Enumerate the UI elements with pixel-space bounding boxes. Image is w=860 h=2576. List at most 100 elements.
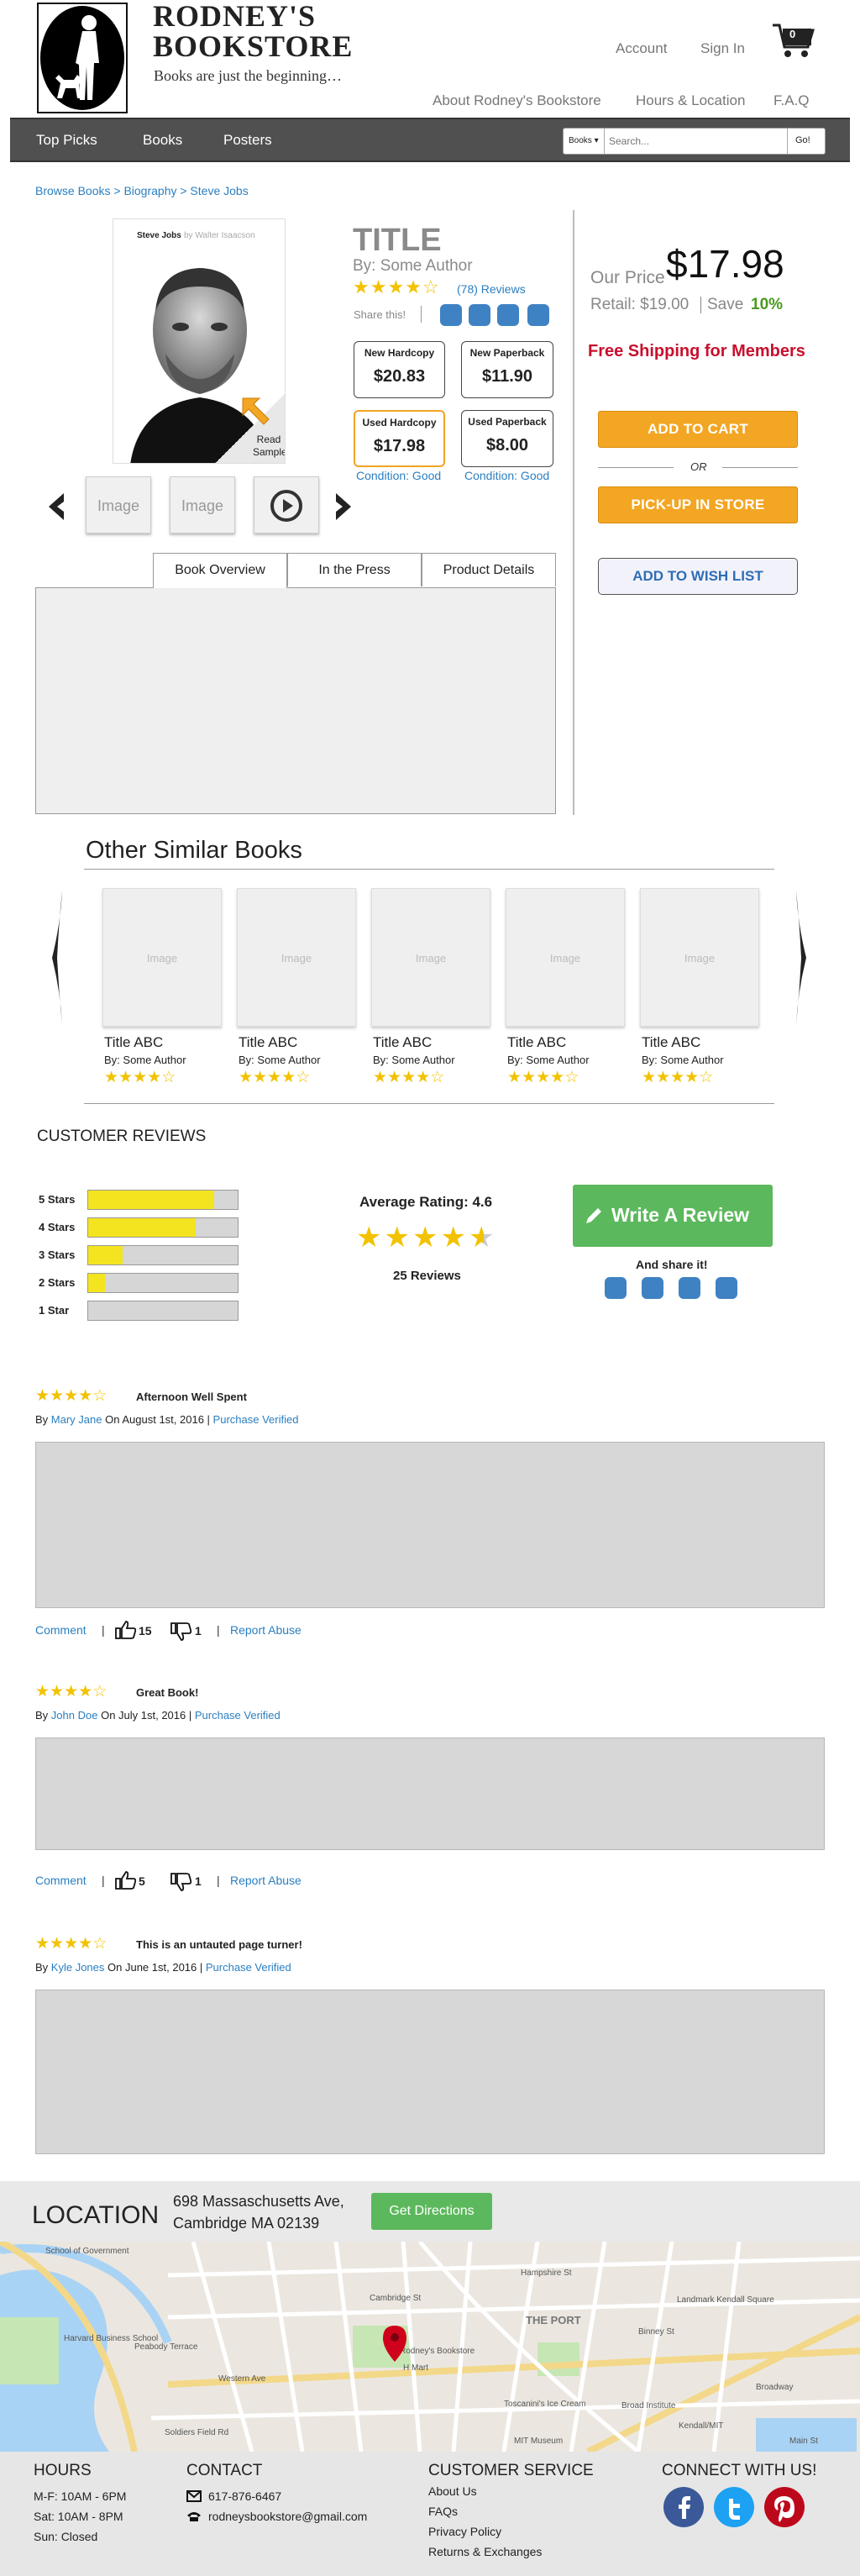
- rating-row-bar[interactable]: [87, 1245, 239, 1265]
- thumbs-down-button[interactable]: [170, 1872, 193, 1896]
- review-comment-link[interactable]: Comment: [35, 1874, 87, 1887]
- contact-email[interactable]: rodneysbookstore@gmail.com: [208, 2510, 367, 2523]
- star-filled-icon: ★: [412, 1222, 441, 1254]
- similar-book-title[interactable]: Title ABC: [373, 1034, 432, 1051]
- pickup-in-store-button[interactable]: PICK-UP IN STORE: [598, 486, 798, 523]
- rating-row-bar[interactable]: [87, 1217, 239, 1238]
- similar-book-image[interactable]: Image: [237, 888, 356, 1027]
- thumbs-down-button[interactable]: [170, 1622, 193, 1646]
- format-new-paperback[interactable]: New Paperback $11.90: [461, 341, 553, 398]
- review-author-link[interactable]: Mary Jane: [51, 1413, 102, 1426]
- facebook-link[interactable]: [663, 2487, 704, 2527]
- save-label: Save: [707, 296, 744, 313]
- similar-book-image[interactable]: Image: [640, 888, 759, 1027]
- map-label: H Mart: [403, 2363, 428, 2373]
- book-cover[interactable]: Steve Jobs by Walter Isaacson Read Sampl…: [113, 218, 286, 464]
- share-email-button[interactable]: [527, 304, 549, 326]
- about-link[interactable]: About Rodney's Bookstore: [433, 92, 601, 109]
- prev-image-arrow[interactable]: [45, 492, 67, 526]
- contact-phone[interactable]: 617-876-6467: [208, 2489, 281, 2503]
- footer-link-faqs[interactable]: FAQs: [428, 2505, 458, 2518]
- format-used-paperback[interactable]: Used Paperback $8.00: [461, 410, 553, 467]
- review-comment-link[interactable]: Comment: [35, 1623, 87, 1637]
- review-author-link[interactable]: Kyle Jones: [51, 1961, 105, 1974]
- share-twitter-button[interactable]: [469, 304, 490, 326]
- similar-book-image[interactable]: Image: [506, 888, 625, 1027]
- similar-next-arrow[interactable]: [794, 891, 808, 1029]
- chevron-right-icon: [796, 891, 806, 1025]
- logo[interactable]: [37, 3, 128, 113]
- add-to-cart-button[interactable]: ADD TO CART: [598, 411, 798, 448]
- similar-book-title[interactable]: Title ABC: [642, 1034, 700, 1051]
- similar-book-image[interactable]: Image: [371, 888, 490, 1027]
- account-link[interactable]: Account: [616, 40, 667, 57]
- thumbnail-1[interactable]: Image: [86, 476, 151, 534]
- cart-button[interactable]: 0: [771, 22, 815, 59]
- thumbnail-2[interactable]: Image: [170, 476, 235, 534]
- share-facebook-button[interactable]: [440, 304, 462, 326]
- tab-product-details[interactable]: Product Details: [422, 553, 556, 586]
- nav-books[interactable]: Books: [143, 132, 182, 149]
- nav-top-picks[interactable]: Top Picks: [36, 132, 97, 149]
- total-review-count: 25 Reviews: [393, 1269, 461, 1283]
- star-filled-icon: ★: [35, 1387, 50, 1405]
- format-price: $17.98: [373, 437, 426, 455]
- footer-link-privacy[interactable]: Privacy Policy: [428, 2525, 501, 2538]
- next-image-arrow[interactable]: [333, 492, 354, 526]
- share-review-email[interactable]: [716, 1277, 737, 1299]
- star-empty-icon: ☆: [161, 1069, 176, 1086]
- share-review-pinterest[interactable]: [679, 1277, 700, 1299]
- similar-book-author: By: Some Author: [239, 1054, 321, 1066]
- our-price-label: Our Price: [590, 268, 665, 287]
- nav-posters[interactable]: Posters: [223, 132, 272, 149]
- rating-row-bar[interactable]: [87, 1190, 239, 1210]
- star-filled-icon: ★: [522, 1069, 537, 1086]
- rating-row-bar[interactable]: [87, 1273, 239, 1293]
- write-review-button[interactable]: Write A Review: [573, 1185, 773, 1247]
- read-sample-corner[interactable]: Read Sample: [214, 392, 285, 463]
- similar-book-title[interactable]: Title ABC: [104, 1034, 163, 1051]
- search-go-button[interactable]: Go!: [795, 135, 810, 145]
- similar-book-rating: ★★★★☆: [507, 1068, 579, 1087]
- star-filled-icon: ★: [35, 1935, 50, 1953]
- search-category-select[interactable]: Books ▾: [569, 136, 599, 145]
- condition-used-hardcopy: Condition: Good: [356, 469, 442, 482]
- get-directions-button[interactable]: Get Directions: [371, 2193, 492, 2230]
- share-review-twitter[interactable]: [642, 1277, 663, 1299]
- footer-link-about-us[interactable]: About Us: [428, 2484, 477, 2498]
- similar-book-image[interactable]: Image: [102, 888, 222, 1027]
- rating-row-bar[interactable]: [87, 1301, 239, 1321]
- review-stars: ★★★★☆: [35, 1386, 107, 1406]
- faq-link[interactable]: F.A.Q: [773, 92, 810, 109]
- similar-book-title[interactable]: Title ABC: [239, 1034, 297, 1051]
- hours-location-link[interactable]: Hours & Location: [636, 92, 745, 109]
- format-new-hardcopy[interactable]: New Hardcopy $20.83: [354, 341, 445, 398]
- share-pinterest-button[interactable]: [497, 304, 519, 326]
- thumbnail-video[interactable]: [254, 476, 319, 534]
- star-filled-icon: ★: [536, 1069, 551, 1086]
- similar-book-title[interactable]: Title ABC: [507, 1034, 566, 1051]
- reviews-count-link[interactable]: (78) Reviews: [457, 282, 526, 296]
- location-map[interactable]: School of Government Harvard Business Sc…: [0, 2242, 860, 2452]
- similar-prev-arrow[interactable]: [50, 891, 64, 1029]
- report-abuse-link[interactable]: Report Abuse: [230, 1623, 302, 1637]
- pinterest-link[interactable]: [764, 2487, 805, 2527]
- thumbs-down-icon: [170, 1622, 192, 1641]
- sign-in-link[interactable]: Sign In: [700, 40, 745, 57]
- review-author-link[interactable]: John Doe: [51, 1709, 98, 1722]
- breadcrumb[interactable]: Browse Books > Biography > Steve Jobs: [35, 184, 249, 197]
- tab-book-overview[interactable]: Book Overview: [153, 553, 287, 588]
- search-input[interactable]: [609, 132, 785, 150]
- thumbs-up-button[interactable]: [114, 1620, 138, 1644]
- thumbs-up-button[interactable]: [114, 1870, 138, 1895]
- purchase-verified-badge: Purchase Verified: [212, 1413, 299, 1426]
- map-label: MIT Museum: [514, 2437, 563, 2446]
- tab-in-the-press[interactable]: In the Press: [287, 553, 422, 586]
- twitter-link[interactable]: [714, 2487, 754, 2527]
- review-by: By: [35, 1709, 49, 1722]
- format-used-hardcopy[interactable]: Used Hardcopy $17.98: [354, 410, 445, 467]
- share-review-facebook[interactable]: [605, 1277, 627, 1299]
- footer-link-returns[interactable]: Returns & Exchanges: [428, 2545, 542, 2558]
- report-abuse-link[interactable]: Report Abuse: [230, 1874, 302, 1887]
- add-to-wishlist-button[interactable]: ADD TO WISH LIST: [598, 558, 798, 595]
